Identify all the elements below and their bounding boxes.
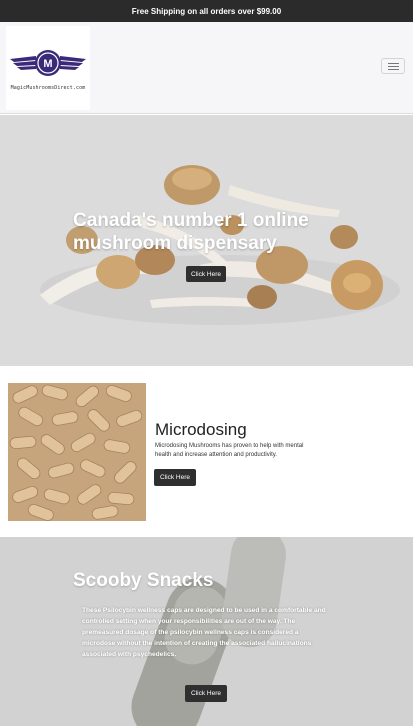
microdosing-click-here-button[interactable]: Click Here xyxy=(154,469,196,486)
scooby-snacks-description: These Psilocybin wellness caps are desig… xyxy=(82,607,326,658)
announcement-text: Free Shipping on all orders over $99.00 xyxy=(131,6,282,16)
microdosing-section: Microdosing Microdosing Mushrooms has pr… xyxy=(0,366,413,537)
hero-title: Canada's number 1 online mushroom dispen… xyxy=(73,210,309,254)
winged-logo-icon: M xyxy=(10,50,86,76)
announcement-bar: Free Shipping on all orders over $99.00 xyxy=(0,0,413,22)
hero-click-here-button[interactable]: Click Here xyxy=(186,266,226,282)
microdosing-description: Microdosing Mushrooms has proven to help… xyxy=(155,443,304,458)
scooby-snacks-section: Scooby Snacks These Psilocybin wellness … xyxy=(0,537,413,726)
hero-banner: Canada's number 1 online mushroom dispen… xyxy=(0,115,413,366)
logo-wordmark: MagicMushroomsDirect.com xyxy=(10,85,86,91)
svg-text:M: M xyxy=(43,58,52,70)
site-logo[interactable]: M MagicMushroomsDirect.com xyxy=(6,26,90,110)
scooby-snacks-title: Scooby Snacks xyxy=(73,570,214,591)
capsules-image xyxy=(8,383,146,521)
capsules-pattern xyxy=(8,383,146,521)
microdosing-title: Microdosing xyxy=(155,420,247,439)
hamburger-menu-icon[interactable] xyxy=(381,58,405,74)
site-header: M MagicMushroomsDirect.com xyxy=(0,22,413,114)
scooby-click-here-button[interactable]: Click Here xyxy=(185,685,227,702)
